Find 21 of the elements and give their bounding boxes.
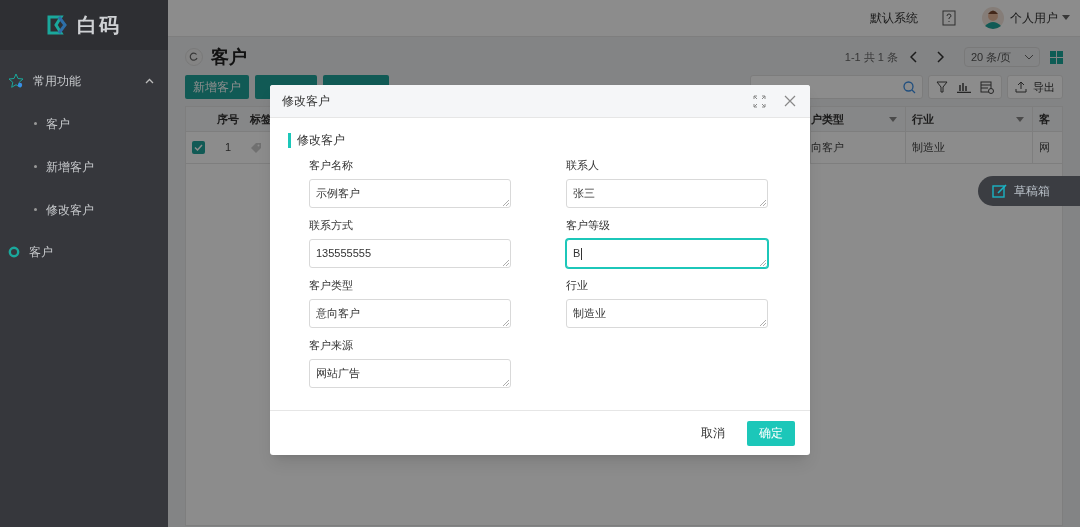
field-label: 联系人 — [566, 158, 599, 172]
table-cell-text: 1 — [225, 140, 232, 156]
field-label: 客户等级 — [566, 218, 610, 232]
column-header: 标签 — [250, 111, 273, 127]
section-title: 修改客户 — [297, 132, 345, 149]
pagination-info: 1-1 共 1 条 — [844, 49, 898, 65]
field-label: 联系方式 — [309, 218, 353, 232]
logo-text: 白码 — [77, 13, 121, 38]
field-label: 行业 — [566, 278, 588, 292]
page-title: 客户 — [211, 45, 247, 69]
column-header: 客 — [1039, 111, 1051, 127]
column-header: 序号 — [217, 111, 239, 127]
column-header: 行业 — [912, 111, 935, 127]
table-cell-text: 网 — [1039, 140, 1050, 156]
field-label: 客户来源 — [309, 338, 353, 352]
dialog-title: 修改客户 — [282, 93, 330, 110]
column-header: 户类型 — [811, 111, 845, 127]
field-label: 客户类型 — [309, 278, 353, 292]
table-cell-text: 制造业 — [912, 140, 945, 156]
field-label: 客户名称 — [309, 158, 353, 172]
table-cell-text: 向客户 — [811, 140, 844, 156]
